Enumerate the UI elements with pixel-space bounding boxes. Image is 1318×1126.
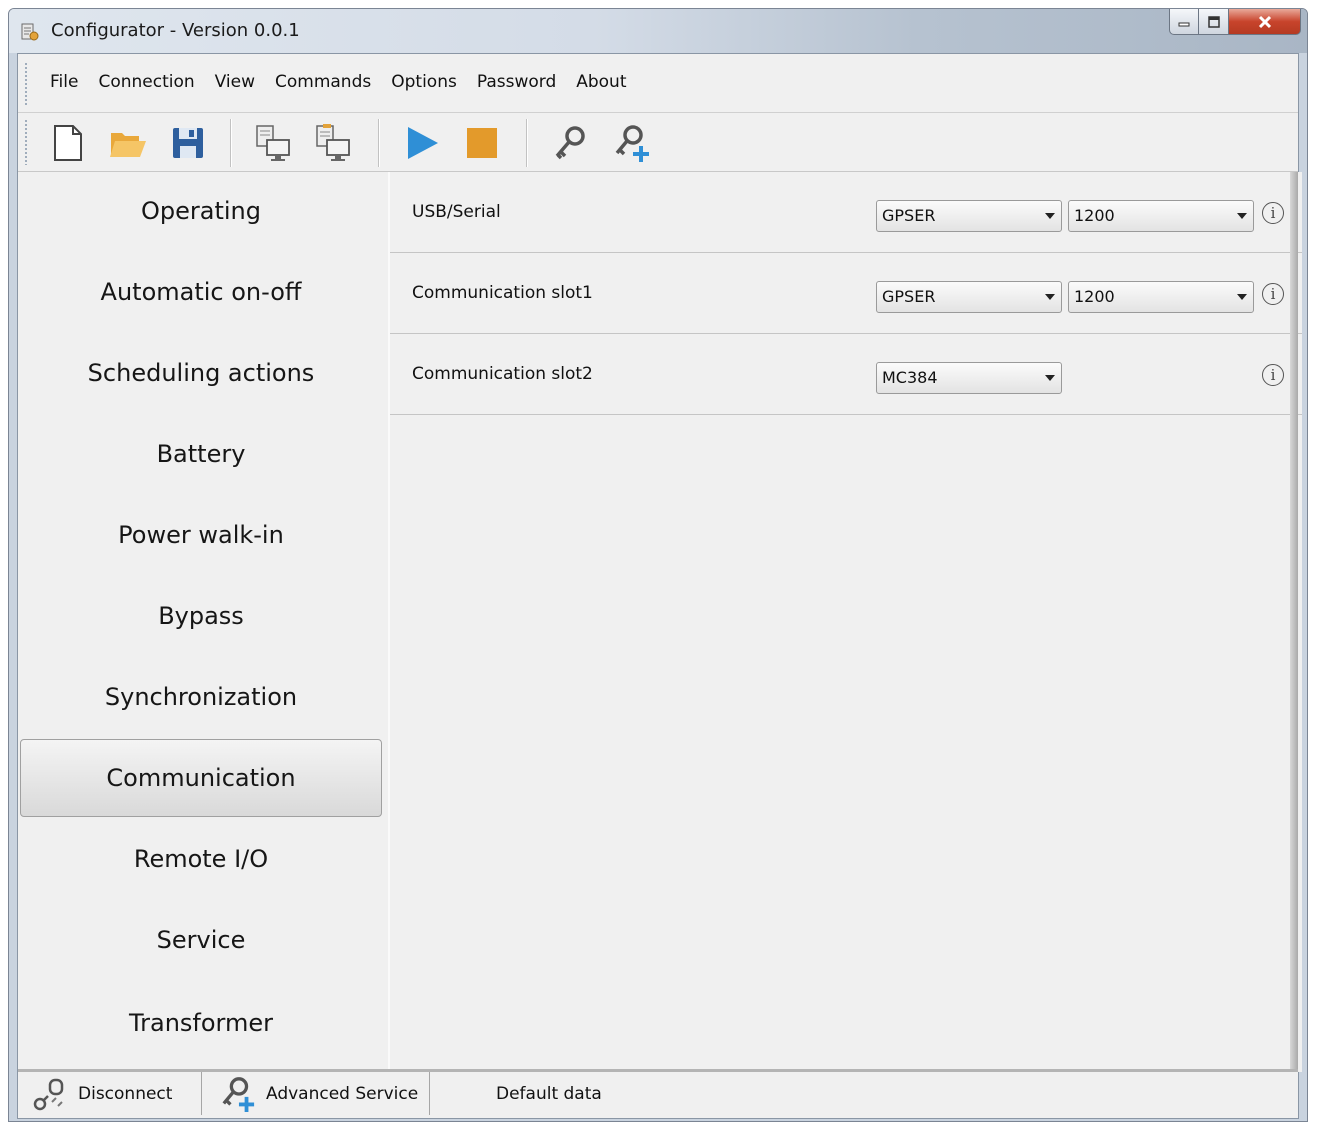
menubar-grip[interactable] bbox=[24, 62, 28, 106]
add-user-key-icon bbox=[615, 125, 649, 162]
sidebar-item-bypass[interactable]: Bypass bbox=[20, 577, 382, 655]
stop-button[interactable] bbox=[462, 123, 502, 163]
toolbar-separator bbox=[230, 119, 231, 167]
open-button[interactable] bbox=[108, 123, 148, 163]
advanced-service-label: Advanced Service bbox=[266, 1083, 419, 1104]
read-from-device-button[interactable] bbox=[254, 123, 294, 163]
maximize-button[interactable] bbox=[1199, 9, 1229, 35]
disconnect-label: Disconnect bbox=[78, 1083, 173, 1104]
advanced-service-button[interactable]: Advanced Service bbox=[202, 1072, 430, 1115]
row-label: Communication slot1 bbox=[412, 283, 593, 303]
menu-password[interactable]: Password bbox=[467, 72, 566, 92]
usb-serial-protocol-select[interactable]: GPSER bbox=[876, 200, 1062, 232]
sidebar-item-scheduling-actions[interactable]: Scheduling actions bbox=[20, 334, 382, 412]
disconnect-button[interactable]: Disconnect bbox=[18, 1072, 202, 1115]
sidebar-item-communication[interactable]: Communication bbox=[20, 739, 382, 817]
select-value: 1200 bbox=[1074, 287, 1115, 306]
close-button[interactable] bbox=[1229, 9, 1301, 35]
menu-options[interactable]: Options bbox=[381, 72, 467, 92]
toolbar-grip[interactable] bbox=[24, 119, 28, 165]
info-icon[interactable]: i bbox=[1262, 202, 1284, 224]
play-icon bbox=[408, 127, 438, 159]
sidebar-item-operating[interactable]: Operating bbox=[20, 172, 382, 250]
save-button[interactable] bbox=[168, 123, 208, 163]
slot1-baud-select[interactable]: 1200 bbox=[1068, 281, 1254, 313]
chevron-down-icon bbox=[1237, 294, 1247, 300]
close-icon bbox=[1258, 15, 1271, 28]
slot2-protocol-select[interactable]: MC384 bbox=[876, 362, 1062, 394]
window-title: Configurator - Version 0.0.1 bbox=[51, 20, 300, 41]
title-bar[interactable]: Configurator - Version 0.0.1 bbox=[9, 9, 1307, 53]
chevron-down-icon bbox=[1237, 213, 1247, 219]
usb-serial-baud-select[interactable]: 1200 bbox=[1068, 200, 1254, 232]
write-to-device-button[interactable] bbox=[314, 123, 354, 163]
sidebar-item-automatic-on-off[interactable]: Automatic on-off bbox=[20, 253, 382, 331]
sidebar-item-service[interactable]: Service bbox=[20, 901, 382, 979]
chevron-down-icon bbox=[1045, 375, 1055, 381]
toolbar-separator bbox=[378, 119, 379, 167]
menu-bar: File Connection View Commands Options Pa… bbox=[18, 54, 1298, 113]
chevron-down-icon bbox=[1045, 213, 1055, 219]
select-value: MC384 bbox=[882, 368, 938, 387]
read-device-icon bbox=[256, 125, 290, 161]
save-icon bbox=[173, 128, 203, 158]
key-icon bbox=[555, 126, 585, 160]
sidebar-item-synchronization[interactable]: Synchronization bbox=[20, 658, 382, 736]
password-button[interactable] bbox=[550, 123, 590, 163]
select-value: GPSER bbox=[882, 206, 936, 225]
sidebar-item-remote-io[interactable]: Remote I/O bbox=[20, 820, 382, 898]
add-user-key-icon bbox=[222, 1076, 255, 1112]
play-button[interactable] bbox=[402, 123, 442, 163]
status-bar: Disconnect Advanced Service Default data bbox=[18, 1069, 1298, 1118]
new-file-icon bbox=[54, 125, 82, 161]
menu-commands[interactable]: Commands bbox=[265, 72, 381, 92]
setting-row-communication-slot2: Communication slot2 MC384 i bbox=[390, 334, 1302, 415]
select-value: 1200 bbox=[1074, 206, 1115, 225]
sidebar-item-power-walk-in[interactable]: Power walk-in bbox=[20, 496, 382, 574]
toolbar-separator bbox=[526, 119, 527, 167]
info-icon[interactable]: i bbox=[1262, 364, 1284, 386]
row-label: Communication slot2 bbox=[412, 364, 593, 384]
status-info: Default data bbox=[496, 1083, 602, 1104]
write-device-icon bbox=[316, 124, 350, 161]
chevron-down-icon bbox=[1045, 294, 1055, 300]
communication-panel: USB/Serial GPSER 1200 i Communication sl… bbox=[388, 172, 1302, 1072]
maximize-icon bbox=[1207, 15, 1220, 28]
client-area: File Connection View Commands Options Pa… bbox=[17, 53, 1302, 1119]
sidebar-item-battery[interactable]: Battery bbox=[20, 415, 382, 493]
minimize-button[interactable] bbox=[1169, 9, 1199, 35]
panel-edge bbox=[1290, 172, 1298, 1072]
menu-file[interactable]: File bbox=[40, 72, 88, 92]
select-value: GPSER bbox=[882, 287, 936, 306]
sidebar-item-transformer[interactable]: Transformer bbox=[20, 984, 382, 1062]
toolbar bbox=[18, 113, 1298, 172]
add-password-button[interactable] bbox=[612, 123, 652, 163]
menu-about[interactable]: About bbox=[566, 72, 636, 92]
sidebar: Operating Automatic on-off Scheduling ac… bbox=[20, 172, 386, 1072]
menu-view[interactable]: View bbox=[205, 72, 265, 92]
disconnect-icon bbox=[33, 1078, 64, 1110]
open-folder-icon bbox=[110, 133, 146, 157]
menu-connection[interactable]: Connection bbox=[88, 72, 204, 92]
row-label: USB/Serial bbox=[412, 202, 501, 222]
app-icon bbox=[21, 23, 39, 41]
setting-row-usb-serial: USB/Serial GPSER 1200 i bbox=[390, 172, 1302, 253]
stop-icon bbox=[467, 128, 497, 158]
setting-row-communication-slot1: Communication slot1 GPSER 1200 i bbox=[390, 253, 1302, 334]
new-button[interactable] bbox=[48, 123, 88, 163]
info-icon[interactable]: i bbox=[1262, 283, 1284, 305]
slot1-protocol-select[interactable]: GPSER bbox=[876, 281, 1062, 313]
minimize-icon bbox=[1178, 22, 1190, 26]
app-window: Configurator - Version 0.0.1 File Connec… bbox=[8, 8, 1308, 1122]
